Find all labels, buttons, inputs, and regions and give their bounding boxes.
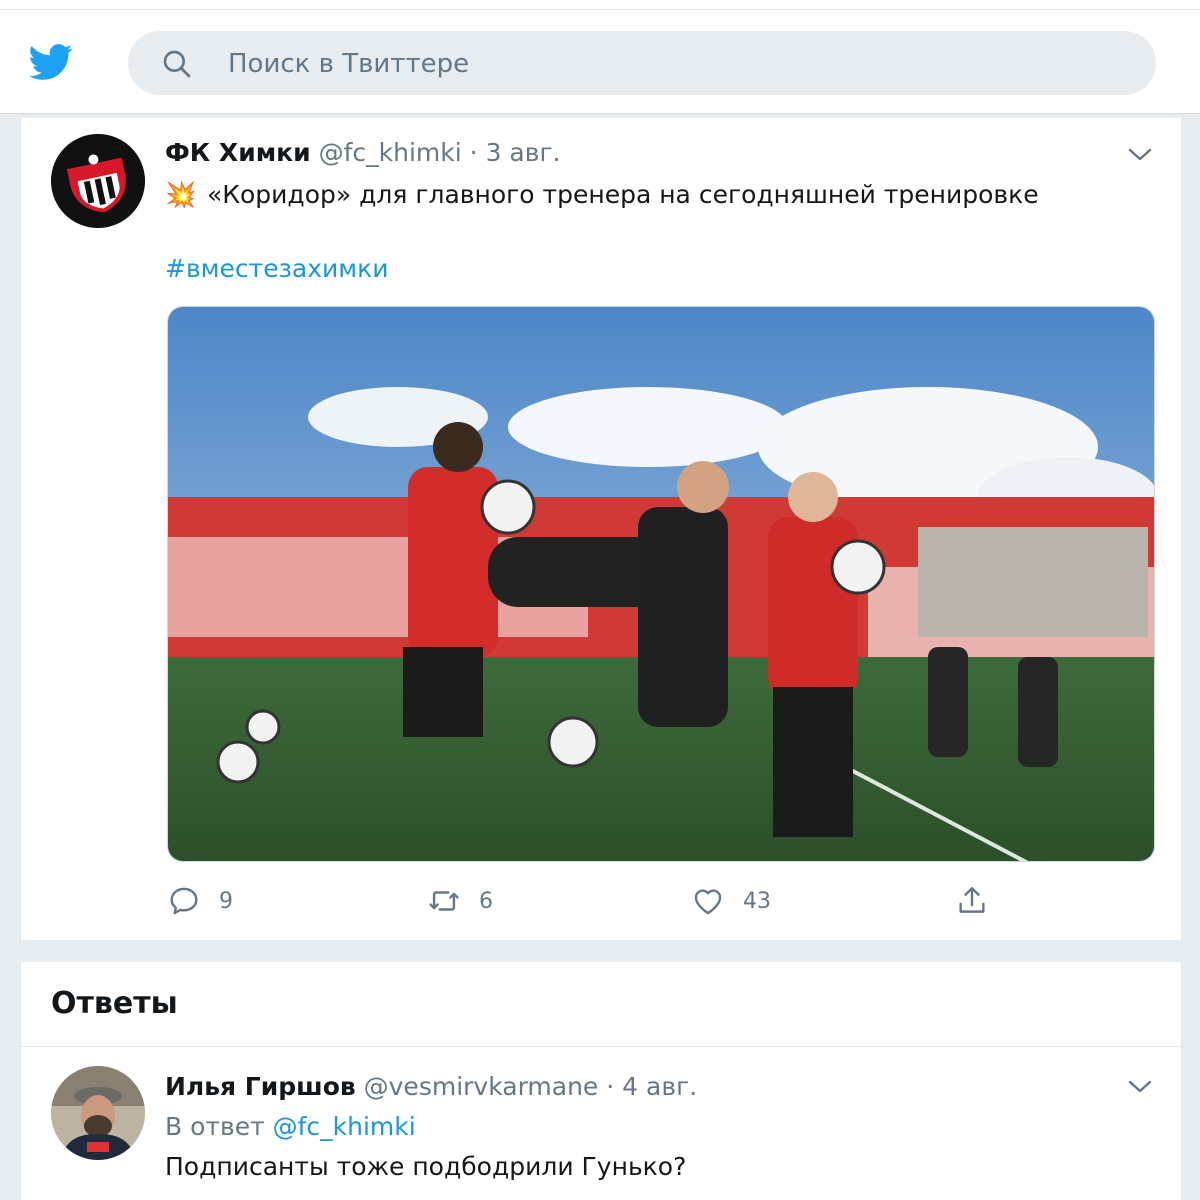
- replies-title: Ответы: [51, 986, 178, 1021]
- reply-author-name[interactable]: Илья Гиршов: [165, 1072, 356, 1101]
- tweet-date[interactable]: 3 авг.: [486, 138, 561, 167]
- retweet-count: 6: [479, 888, 493, 914]
- reply-header: Илья Гиршов @vesmirvkarmane · 4 авг.: [165, 1072, 697, 1101]
- heart-icon: [694, 889, 722, 915]
- tweet-photo[interactable]: [167, 306, 1155, 862]
- search-placeholder[interactable]: Поиск в Твиттере: [228, 49, 469, 79]
- collision-emoji: 💥: [165, 180, 197, 209]
- like-button[interactable]: 43: [691, 884, 771, 918]
- reply-text: Подписанты тоже подбодрили Гунько?: [165, 1152, 687, 1181]
- reply-count: 9: [219, 888, 233, 914]
- reply-author-avatar[interactable]: [51, 1066, 145, 1160]
- reply-date[interactable]: 4 авг.: [622, 1072, 697, 1101]
- share-icon: [959, 887, 985, 913]
- twitter-bird-icon[interactable]: [26, 40, 76, 84]
- reply-to-line: В ответ @fc_khimki: [165, 1112, 416, 1141]
- reply-author-handle[interactable]: @vesmirvkarmane: [364, 1072, 599, 1101]
- replies-card: Ответы Илья Гиршов @vesmirvkarmane · 4 а…: [20, 962, 1182, 1200]
- tweet-body: «Коридор» для главного тренера на сегодн…: [206, 180, 1039, 209]
- reply-button[interactable]: 9: [167, 884, 233, 918]
- top-divider: [0, 9, 1200, 10]
- retweet-icon: [429, 891, 459, 911]
- separator: ·: [606, 1072, 615, 1101]
- chevron-down-icon[interactable]: [1127, 146, 1153, 164]
- hashtag-link[interactable]: #вместезахимки: [165, 254, 388, 283]
- separator: ·: [469, 138, 478, 167]
- search-icon: [163, 50, 191, 78]
- tweet-text: 💥 «Коридор» для главного тренера на сего…: [165, 180, 1039, 210]
- replies-divider: [21, 1046, 1181, 1047]
- reply-to-mention[interactable]: @fc_khimki: [273, 1112, 416, 1141]
- share-button[interactable]: [955, 884, 989, 918]
- author-name[interactable]: ФК Химки: [165, 138, 311, 167]
- tweet-header: ФК Химки @fc_khimki · 3 авг.: [165, 138, 561, 167]
- author-handle[interactable]: @fc_khimki: [319, 138, 462, 167]
- fc-khimki-avatar[interactable]: [51, 134, 145, 228]
- search-box[interactable]: Поиск в Твиттере: [128, 31, 1156, 95]
- reply-icon: [170, 887, 198, 915]
- tweet-actions: 9 6 43: [21, 878, 1181, 928]
- top-bar: Поиск в Твиттере: [0, 0, 1200, 114]
- chevron-down-icon[interactable]: [1127, 1078, 1153, 1096]
- retweet-button[interactable]: 6: [427, 884, 493, 918]
- reply-to-label: В ответ: [165, 1112, 265, 1141]
- like-count: 43: [743, 888, 771, 914]
- tweet-card[interactable]: ФК Химки @fc_khimki · 3 авг. 💥 «Коридор»…: [20, 118, 1182, 940]
